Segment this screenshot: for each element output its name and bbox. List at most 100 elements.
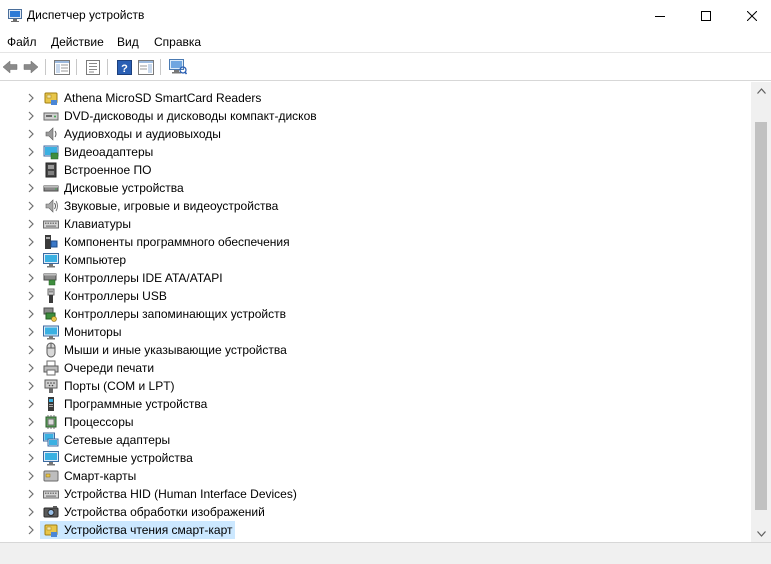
expand-chevron-icon[interactable]: [27, 255, 35, 265]
properties-button[interactable]: [84, 58, 102, 76]
expand-chevron-icon[interactable]: [27, 111, 35, 121]
tree-item[interactable]: Устройства HID (Human Interface Devices): [0, 485, 751, 503]
tree-item[interactable]: Процессоры: [0, 413, 751, 431]
display-adapter-icon: [43, 145, 59, 160]
maximize-icon: [701, 10, 711, 21]
computer-icon: [43, 253, 59, 268]
imaging-device-icon: [43, 506, 59, 518]
tree-item[interactable]: Очереди печати: [0, 359, 751, 377]
forward-arrow-icon: [23, 60, 39, 74]
expand-chevron-icon[interactable]: [27, 345, 35, 355]
device-manager-icon: [8, 9, 22, 22]
back-button[interactable]: [1, 58, 19, 76]
mouse-icon: [46, 342, 56, 358]
expand-chevron-icon[interactable]: [27, 309, 35, 319]
expand-chevron-icon[interactable]: [27, 165, 35, 175]
tree-item[interactable]: Контроллеры USB: [0, 287, 751, 305]
expand-chevron-icon[interactable]: [27, 93, 35, 103]
software-component-icon: [45, 235, 58, 249]
tree-item[interactable]: Клавиатуры: [0, 215, 751, 233]
tree-item[interactable]: Устройства обработки изображений: [0, 503, 751, 521]
forward-button[interactable]: [22, 58, 40, 76]
tree-item[interactable]: Athena MicroSD SmartCard Readers: [0, 89, 751, 107]
tree-item[interactable]: Системные устройства: [0, 449, 751, 467]
expand-chevron-icon[interactable]: [27, 363, 35, 373]
expand-chevron-icon[interactable]: [27, 147, 35, 157]
scroll-thumb[interactable]: [755, 122, 767, 510]
tree-item-label: Видеоадаптеры: [64, 145, 154, 159]
expand-chevron-icon[interactable]: [27, 381, 35, 391]
expand-chevron-icon[interactable]: [27, 237, 35, 247]
chevron-up-icon: [756, 87, 766, 94]
expand-chevron-icon[interactable]: [27, 507, 35, 517]
expand-chevron-icon[interactable]: [27, 525, 35, 535]
menu-help[interactable]: Справка: [154, 35, 201, 49]
firmware-icon: [45, 162, 57, 178]
toolbar-separator: [107, 59, 108, 75]
expand-chevron-icon[interactable]: [27, 327, 35, 337]
expand-chevron-icon[interactable]: [27, 453, 35, 463]
expand-chevron-icon[interactable]: [27, 399, 35, 409]
disk-drive-icon: [43, 185, 59, 192]
tree-item[interactable]: Компоненты программного обеспечения: [0, 233, 751, 251]
tree-item[interactable]: Сетевые адаптеры: [0, 431, 751, 449]
tree-item-label: Контроллеры IDE ATA/ATAPI: [64, 271, 223, 285]
action-pane-icon: [138, 59, 154, 75]
expand-chevron-icon[interactable]: [27, 183, 35, 193]
tree-item-label: Дисковые устройства: [64, 181, 184, 195]
tree-item-label: Устройства HID (Human Interface Devices): [64, 487, 297, 501]
console-tree-button[interactable]: [53, 58, 71, 76]
scroll-down-button[interactable]: [751, 525, 771, 542]
tree-item[interactable]: Видеоадаптеры: [0, 143, 751, 161]
print-queue-icon: [43, 360, 59, 376]
tree-item[interactable]: Контроллеры IDE ATA/ATAPI: [0, 269, 751, 287]
system-device-icon: [43, 451, 59, 466]
scroll-up-button[interactable]: [751, 82, 771, 99]
tree-item[interactable]: DVD-дисководы и дисководы компакт-дисков: [0, 107, 751, 125]
tree-item[interactable]: Мониторы: [0, 323, 751, 341]
expand-chevron-icon[interactable]: [27, 291, 35, 301]
maximize-button[interactable]: [683, 0, 729, 31]
menu-file[interactable]: Файл: [7, 35, 37, 49]
expand-chevron-icon[interactable]: [27, 201, 35, 211]
expand-chevron-icon[interactable]: [27, 471, 35, 481]
tree-item[interactable]: Смарт-карты: [0, 467, 751, 485]
expand-chevron-icon[interactable]: [27, 417, 35, 427]
sound-icon: [45, 199, 58, 213]
software-device-icon: [48, 397, 54, 411]
keyboard-icon: [43, 220, 59, 229]
menu-view[interactable]: Вид: [117, 35, 139, 49]
minimize-button[interactable]: [637, 0, 683, 31]
menu-action[interactable]: Действие: [51, 35, 104, 49]
vertical-scrollbar[interactable]: [751, 82, 771, 542]
tree-item[interactable]: Порты (COM и LPT): [0, 377, 751, 395]
device-tree[interactable]: Athena MicroSD SmartCard Readers DVD-диск…: [0, 82, 751, 542]
expand-chevron-icon[interactable]: [27, 219, 35, 229]
toolbar: ?: [0, 54, 771, 81]
tree-item[interactable]: Мыши и иные указывающие устройства: [0, 341, 751, 359]
expand-chevron-icon[interactable]: [27, 273, 35, 283]
tree-item[interactable]: Компьютер: [0, 251, 751, 269]
tree-item[interactable]: Встроенное ПО: [0, 161, 751, 179]
action-pane-button[interactable]: [137, 58, 155, 76]
smartcard-reader-icon: [44, 524, 58, 537]
processor-icon: [45, 415, 57, 429]
tree-item[interactable]: Программные устройства: [0, 395, 751, 413]
expand-chevron-icon[interactable]: [27, 435, 35, 445]
close-button[interactable]: [729, 0, 771, 31]
tree-item-label: Компьютер: [64, 253, 127, 267]
tree-item[interactable]: Звуковые, игровые и видеоустройства: [0, 197, 751, 215]
expand-chevron-icon[interactable]: [27, 129, 35, 139]
scan-hardware-button[interactable]: [169, 58, 187, 76]
help-button[interactable]: ?: [115, 58, 133, 76]
help-icon: ?: [116, 59, 132, 75]
expand-chevron-icon[interactable]: [27, 489, 35, 499]
tree-item[interactable]: Аудиовходы и аудиовыходы: [0, 125, 751, 143]
minimize-icon: [655, 15, 665, 17]
tree-item[interactable]: Устройства чтения смарт-карт: [0, 521, 751, 539]
tree-item[interactable]: Дисковые устройства: [0, 179, 751, 197]
tree-item-label: Аудиовходы и аудиовыходы: [64, 127, 221, 141]
dvd-drive-icon: [43, 112, 59, 121]
tree-item[interactable]: Контроллеры запоминающих устройств: [0, 305, 751, 323]
tree-item-label: Порты (COM и LPT): [64, 379, 175, 393]
